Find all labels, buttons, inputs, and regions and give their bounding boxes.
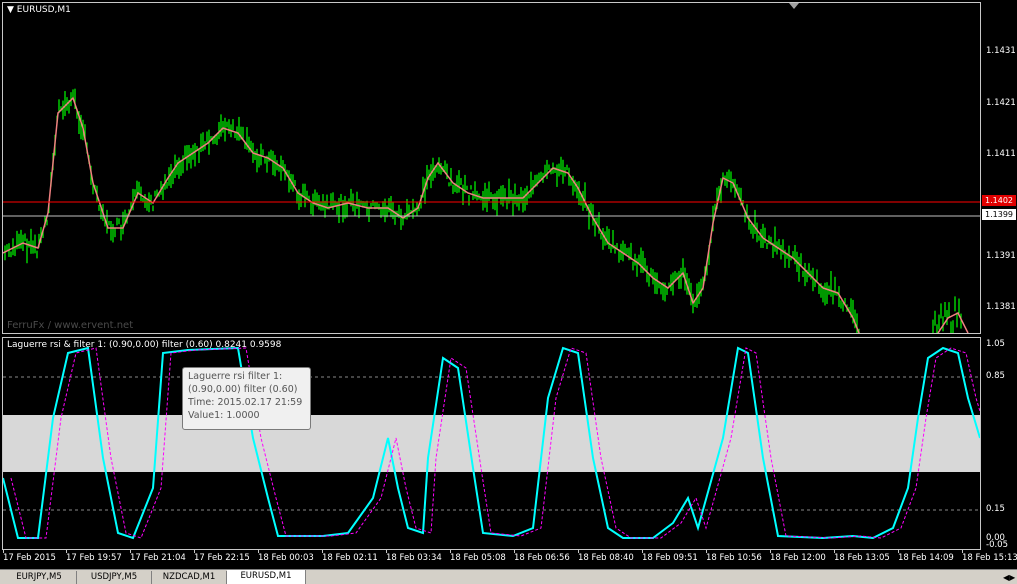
- chart-symbol-label: EURUSD,M1: [16, 5, 71, 15]
- time-label: 18 Feb 14:09: [898, 553, 954, 563]
- price-chart-pane[interactable]: ▼ EURUSD,M1 FerruFx / www.ervent.net: [2, 2, 981, 334]
- time-label: 18 Feb 09:51: [642, 553, 698, 563]
- indicator-tooltip: Laguerre rsi filter 1: (0.90,0.00) filte…: [182, 367, 311, 430]
- time-label: 17 Feb 2015: [3, 553, 56, 563]
- time-label: 17 Feb 21:04: [130, 553, 186, 563]
- price-chart-canvas: [3, 3, 980, 333]
- watermark: FerruFx / www.ervent.net: [7, 320, 134, 331]
- tooltip-line-2: (0.90,0.00) filter (0.60): [188, 384, 298, 395]
- chart-tabs-bar: ◀▶ EURJPY,M5 USDJPY,M5 NZDCAD,M1 EURUSD,M1: [0, 569, 1017, 584]
- time-label: 18 Feb 05:08: [450, 553, 506, 563]
- price-label-1: 1.1431: [986, 46, 1016, 56]
- level-label-015: 0.15: [986, 504, 1005, 514]
- time-label: 18 Feb 02:11: [322, 553, 378, 563]
- level-label-085: 0.85: [986, 371, 1005, 381]
- current-price-tag: 1.1402: [982, 195, 1016, 206]
- time-label: 18 Feb 13:05: [834, 553, 890, 563]
- price-label-2: 1.1421: [986, 98, 1016, 108]
- price-label-5: 1.1381: [986, 302, 1016, 312]
- chart-title: ▼ EURUSD,M1: [7, 5, 71, 15]
- indicator-title: Laguerre rsi & filter 1: (0.90,0.00) fil…: [7, 340, 282, 350]
- tab-eurjpy-m5[interactable]: EURJPY,M5: [2, 571, 77, 584]
- chart-shift-marker-icon[interactable]: [789, 3, 799, 9]
- tab-eurusd-m1[interactable]: EURUSD,M1: [227, 570, 306, 584]
- time-label: 17 Feb 19:57: [66, 553, 122, 563]
- neutral-zone: [3, 415, 980, 472]
- time-label: 18 Feb 03:34: [386, 553, 442, 563]
- indicator-canvas: [3, 346, 980, 540]
- time-label: 18 Feb 08:40: [578, 553, 634, 563]
- time-label: 18 Feb 06:56: [514, 553, 570, 563]
- tab-nzdcad-m1[interactable]: NZDCAD,M1: [152, 571, 227, 584]
- time-label: 17 Feb 22:15: [194, 553, 250, 563]
- tab-scroll-icon[interactable]: ◀▶: [1003, 572, 1015, 584]
- time-label: 18 Feb 12:00: [770, 553, 826, 563]
- tab-usdjpy-m5[interactable]: USDJPY,M5: [77, 571, 152, 584]
- tooltip-line-1: Laguerre rsi filter 1:: [188, 371, 283, 382]
- level-label-neg005: -0.05: [986, 540, 1008, 550]
- time-label: 18 Feb 00:03: [258, 553, 314, 563]
- price-label-3: 1.1411: [986, 149, 1016, 159]
- tooltip-line-3: Time: 2015.02.17 21:59: [188, 397, 303, 408]
- time-axis[interactable]: 17 Feb 2015 17 Feb 19:57 17 Feb 21:04 17 Fe…: [0, 550, 1017, 568]
- level-label-105: 1.05: [986, 339, 1005, 349]
- price-scale[interactable]: 1.1431 1.1421 1.1411 1.1402 1.1399 1.139…: [981, 2, 1017, 334]
- price-candles: [4, 88, 962, 333]
- indicator-pane[interactable]: Laguerre rsi & filter 1: (0.90,0.00) fil…: [2, 337, 981, 550]
- indicator-scale[interactable]: 1.05 0.85 0.15 0.00 -0.05: [981, 337, 1017, 550]
- tooltip-line-4: Value1: 1.0000: [188, 410, 260, 421]
- time-label: 18 Feb 15:13: [962, 553, 1017, 563]
- chart-menu-icon[interactable]: ▼: [7, 5, 14, 15]
- time-label: 18 Feb 10:56: [706, 553, 762, 563]
- price-label-4: 1.1391: [986, 251, 1016, 261]
- bid-line-tag: 1.1399: [982, 209, 1016, 220]
